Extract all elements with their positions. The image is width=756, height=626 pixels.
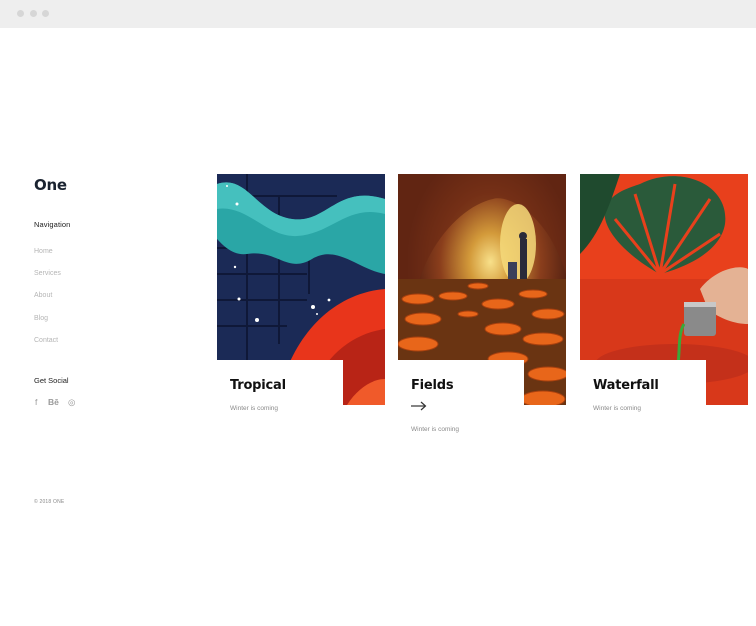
card-title[interactable]: Tropical <box>230 378 286 393</box>
window-dot-maximize[interactable] <box>42 10 49 17</box>
nav-item-contact[interactable]: Contact <box>34 337 58 344</box>
nav-item-about[interactable]: About <box>34 292 52 299</box>
window-dot-close[interactable] <box>17 10 24 17</box>
card-fields[interactable]: Fields Winter is coming <box>398 174 566 436</box>
facebook-icon[interactable]: f <box>35 396 37 408</box>
behance-icon[interactable]: Bē <box>48 396 59 408</box>
nav-item-home[interactable]: Home <box>34 248 53 255</box>
arrow-right-icon[interactable] <box>411 401 427 411</box>
navigation-heading: Navigation <box>34 220 71 229</box>
card-subtitle: Winter is coming <box>230 405 279 412</box>
window-dot-minimize[interactable] <box>30 10 37 17</box>
card-tropical[interactable]: Tropical Winter is coming <box>217 174 385 436</box>
instagram-icon[interactable]: ◎ <box>68 396 75 408</box>
card-title[interactable]: Waterfall <box>593 378 659 393</box>
nav-item-services[interactable]: Services <box>34 270 61 277</box>
card-waterfall[interactable]: Waterfall Winter is coming <box>580 174 748 436</box>
social-heading: Get Social <box>34 376 69 385</box>
nav-item-blog[interactable]: Blog <box>34 315 48 322</box>
card-panel: Fields Winter is coming <box>398 360 524 436</box>
logo[interactable]: One <box>34 176 67 194</box>
browser-toolbar <box>0 0 756 28</box>
card-title[interactable]: Fields <box>411 378 454 393</box>
card-panel: Waterfall Winter is coming <box>580 360 706 436</box>
card-subtitle: Winter is coming <box>411 426 460 433</box>
card-panel: Tropical Winter is coming <box>217 360 343 436</box>
copyright: © 2018 ONE <box>34 499 65 505</box>
card-subtitle: Winter is coming <box>593 405 642 412</box>
